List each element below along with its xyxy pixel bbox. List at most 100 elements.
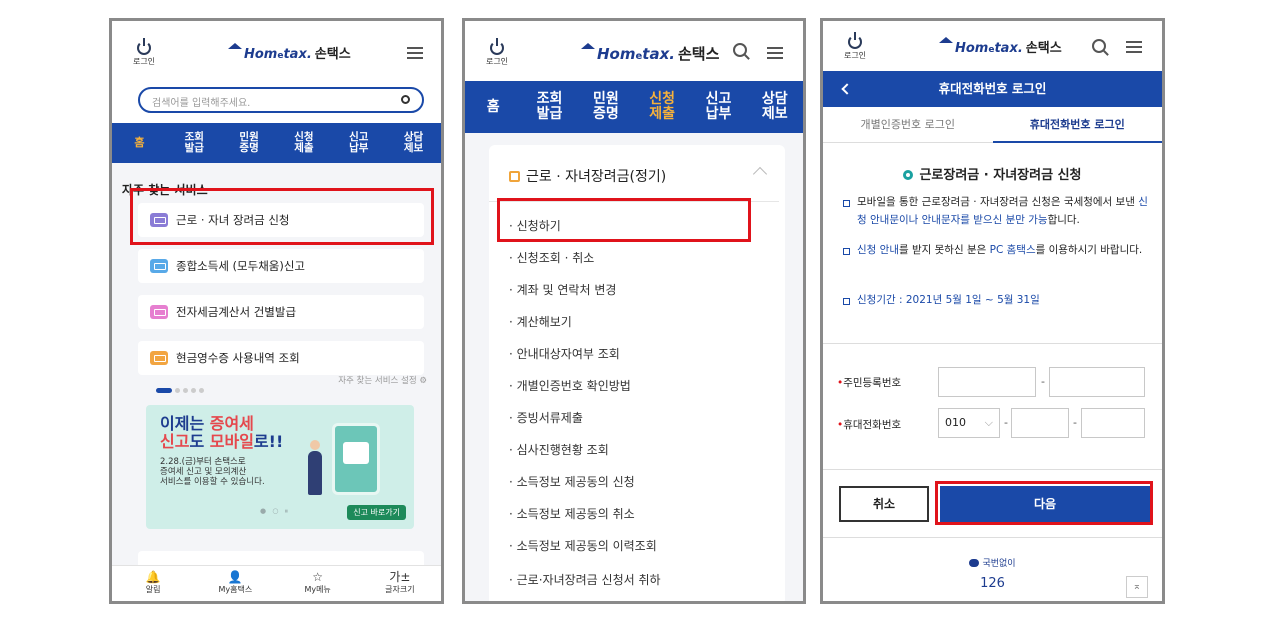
rrn-label: •주민등록번호: [837, 377, 902, 389]
tab-font-size[interactable]: 가± 글자크기: [359, 566, 441, 601]
login-button[interactable]: 로그인: [837, 32, 873, 61]
banner-pager[interactable]: ● ○ ⏸: [260, 507, 290, 516]
login-button[interactable]: 로그인: [126, 38, 162, 67]
menu-item-calculator[interactable]: · 계산해보기: [509, 313, 572, 330]
phone-middle-input[interactable]: [1011, 408, 1069, 438]
power-icon: [137, 38, 151, 55]
banner-headline: 이제는 증여세 신고도 모바일로!!: [160, 414, 284, 451]
panel-apply-menu: 로그인 Hometax. 손택스 홈 조회 발급 민원 증명 신청 제출 신고 납…: [462, 18, 806, 604]
nav-certificate[interactable]: 민원 증명: [578, 81, 634, 133]
menu-item-inquiry-cancel[interactable]: · 신청조회 · 취소: [509, 249, 594, 266]
service-item-e-tax-invoice[interactable]: 전자세금계산서 건별발급: [138, 295, 424, 329]
search-input[interactable]: 검색어를 입력해주세요.: [138, 87, 424, 113]
nav-inquiry[interactable]: 조회 발급: [521, 81, 577, 133]
menu-item-consent-history[interactable]: · 소득정보 제공동의 이력조회: [509, 537, 657, 554]
app-header: 로그인 Hometax. 손택스: [112, 21, 441, 81]
nav-consult[interactable]: 상담 제보: [747, 81, 803, 133]
phone-illustration: [332, 423, 380, 495]
roof-icon: [939, 37, 953, 43]
search-icon[interactable]: [401, 95, 410, 104]
dash: -: [1004, 416, 1008, 429]
menu-item-auth-number[interactable]: · 개별인증번호 확인방법: [509, 377, 631, 394]
menu-item-review-status[interactable]: · 심사진행현황 조회: [509, 441, 609, 458]
search-icon[interactable]: [733, 43, 747, 57]
favorite-settings-link[interactable]: 자주 찾는 서비스 설정 ⚙: [338, 374, 427, 386]
divider: [823, 537, 1162, 538]
login-label: 로그인: [485, 57, 509, 66]
service-item-cash-receipt[interactable]: 현금영수증 사용내역 조회: [138, 341, 424, 375]
phone-last-input[interactable]: [1081, 408, 1145, 438]
rrn-front-input[interactable]: [938, 367, 1036, 397]
menu-item-submit-docs[interactable]: · 증빙서류제출: [509, 409, 583, 426]
hometax-logo[interactable]: Hometax. 손택스: [228, 43, 351, 62]
service-label: 현금영수증 사용내역 조회: [176, 351, 300, 365]
font-size-icon: 가±: [389, 570, 411, 584]
hometax-logo[interactable]: Hometax. 손택스: [939, 37, 1062, 56]
login-label: 로그인: [843, 51, 867, 60]
panel-phone-login: 로그인 Hometax. 손택스 휴대전화번호 로그인 개별인증번호 로그인 휴대…: [820, 18, 1165, 604]
roof-icon: [581, 43, 595, 49]
menu-icon[interactable]: [407, 47, 423, 59]
back-arrow-icon[interactable]: [841, 83, 853, 95]
carousel-dots[interactable]: [156, 378, 207, 397]
bag-icon: [509, 171, 520, 182]
menu-item-account-change[interactable]: · 계좌 및 연락처 변경: [509, 281, 616, 298]
service-icon: [150, 259, 168, 273]
scroll-top-button[interactable]: ⌅: [1126, 576, 1148, 598]
person-icon: 👤: [227, 570, 243, 584]
star-icon: ☆: [312, 570, 323, 584]
phone-label: •휴대전화번호: [837, 419, 902, 431]
banner-description: 2.28.(금)부터 손택스로 증여세 신고 및 모의계산 서비스를 이용할 수 있…: [160, 457, 265, 488]
notice-bullet: 모바일을 통한 근로장려금 · 자녀장려금 신청은 국세청에서 보낸 신청 안내…: [843, 193, 1153, 230]
bell-icon: 🔔: [145, 570, 161, 584]
main-nav: 홈 조회 발급 민원 증명 신청 제출 신고 납부 상담 제보: [112, 123, 441, 163]
menu-item-eligibility[interactable]: · 안내대상자여부 조회: [509, 345, 620, 362]
nav-apply[interactable]: 신청 제출: [276, 123, 331, 163]
divider: [823, 469, 1162, 470]
nav-report-pay[interactable]: 신고 납부: [690, 81, 746, 133]
tab-my-hometax[interactable]: 👤 My홈택스: [194, 566, 276, 601]
logo-home: Hom: [244, 47, 278, 62]
dash: -: [1041, 375, 1045, 388]
power-icon: [848, 32, 862, 49]
card-title[interactable]: 근로 · 자녀장려금(정기): [509, 166, 666, 186]
nav-home[interactable]: 홈: [465, 81, 521, 133]
menu-icon[interactable]: [767, 47, 783, 59]
menu-item-consent-apply[interactable]: · 소득정보 제공동의 신청: [509, 473, 635, 490]
nav-consult[interactable]: 상담 제보: [386, 123, 441, 163]
menu-item-withdraw[interactable]: · 근로·자녀장려금 신청서 취하: [509, 571, 661, 588]
menu-icon[interactable]: [1126, 41, 1142, 53]
tab-auth-number-login[interactable]: 개별인증번호 로그인: [823, 107, 993, 143]
tab-phone-login[interactable]: 휴대전화번호 로그인: [992, 107, 1162, 143]
page-title: 휴대전화번호 로그인: [938, 81, 1047, 96]
nav-inquiry[interactable]: 조회 발급: [167, 123, 222, 163]
person-illustration: [308, 440, 322, 495]
ars-number[interactable]: 126: [823, 576, 1162, 591]
phone-prefix-select[interactable]: 010 ⌵: [938, 408, 1000, 438]
highlight-box: [497, 198, 751, 242]
nav-certificate[interactable]: 민원 증명: [222, 123, 277, 163]
gift-tax-banner[interactable]: 이제는 증여세 신고도 모바일로!! 2.28.(금)부터 손택스로 증여세 신고…: [146, 405, 414, 529]
circle-icon: [903, 170, 914, 180]
tab-my-menu[interactable]: ☆ My메뉴: [277, 566, 359, 601]
service-item-income-tax[interactable]: 종합소득세 (모두채움)신고: [138, 249, 424, 283]
cancel-button[interactable]: 취소: [839, 486, 929, 522]
banner-cta-button[interactable]: 신고 바로가기: [347, 505, 406, 520]
search-placeholder: 검색어를 입력해주세요.: [152, 98, 251, 109]
rrn-back-input[interactable]: [1049, 367, 1145, 397]
panel-home: 로그인 Hometax. 손택스 검색어를 입력해주세요. 홈 조회 발급 민원 …: [109, 18, 444, 604]
main-nav: 홈 조회 발급 민원 증명 신청 제출 신고 납부 상담 제보: [465, 81, 803, 133]
section-heading: 근로장려금 · 자녀장려금 신청: [823, 164, 1162, 183]
hometax-logo[interactable]: Hometax. 손택스: [581, 43, 719, 64]
login-label: 로그인: [132, 57, 156, 66]
search-icon[interactable]: [1092, 39, 1106, 53]
nav-report-pay[interactable]: 신고 납부: [331, 123, 386, 163]
app-header: 로그인 Hometax. 손택스: [465, 21, 803, 81]
menu-item-consent-cancel[interactable]: · 소득정보 제공동의 취소: [509, 505, 635, 522]
service-label: 전자세금계산서 건별발급: [176, 305, 297, 319]
tab-alerts[interactable]: 🔔 알림: [112, 566, 194, 601]
nav-home[interactable]: 홈: [112, 123, 167, 163]
nav-apply[interactable]: 신청 제출: [634, 81, 690, 133]
login-button[interactable]: 로그인: [479, 38, 515, 67]
service-icon: [150, 305, 168, 319]
